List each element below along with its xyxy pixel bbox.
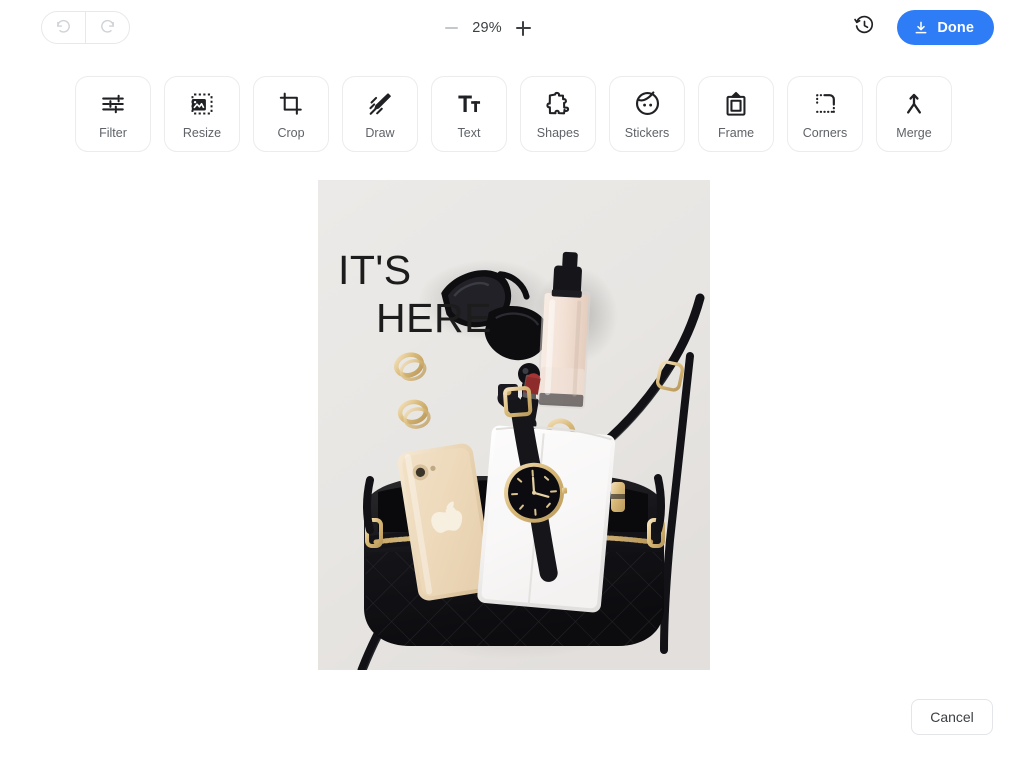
tool-label: Corners <box>802 125 848 140</box>
pencil-draw-icon <box>367 89 393 119</box>
merge-arrow-icon <box>901 89 927 119</box>
zoom-level-value: 29% <box>472 20 502 36</box>
tool-shapes[interactable]: Shapes <box>520 76 596 152</box>
top-toolbar: 29% Done <box>0 0 1024 56</box>
tool-corners[interactable]: Corners <box>787 76 863 152</box>
done-button-label: Done <box>937 19 974 36</box>
topbar-actions: Done <box>850 10 994 45</box>
text-tt-icon <box>456 89 482 119</box>
tool-label: Stickers <box>624 125 670 140</box>
tool-label: Draw <box>365 125 395 140</box>
undo-redo-group <box>41 11 130 44</box>
undo-arrow-icon <box>55 19 72 36</box>
tool-label: Filter <box>99 125 127 140</box>
download-icon <box>913 20 929 36</box>
tool-label: Frame <box>717 125 755 140</box>
zoom-in-button[interactable] <box>513 18 533 38</box>
tool-label: Text <box>457 125 481 140</box>
smiley-face-icon <box>634 89 661 119</box>
redo-button[interactable] <box>85 12 129 43</box>
tool-draw[interactable]: Draw <box>342 76 418 152</box>
undo-button[interactable] <box>42 12 85 43</box>
tool-crop[interactable]: Crop <box>253 76 329 152</box>
cancel-button[interactable]: Cancel <box>911 699 993 735</box>
tool-label: Shapes <box>536 125 580 140</box>
history-button[interactable] <box>850 14 878 42</box>
history-clock-icon <box>854 15 875 41</box>
tool-filter[interactable]: Filter <box>75 76 151 152</box>
rounded-corner-icon <box>813 89 838 119</box>
tool-label: Crop <box>277 125 305 140</box>
zoom-control: 29% <box>441 14 533 42</box>
tool-label: Resize <box>182 125 222 140</box>
done-button[interactable]: Done <box>897 10 994 45</box>
tool-resize[interactable]: Resize <box>164 76 240 152</box>
sliders-icon <box>100 89 126 119</box>
photo-artwork <box>318 180 710 670</box>
tool-frame[interactable]: Frame <box>698 76 774 152</box>
crop-icon <box>278 89 304 119</box>
tool-stickers[interactable]: Stickers <box>609 76 685 152</box>
footer-bar: Cancel <box>0 690 1024 761</box>
editing-tools-toolbar: Filter Resize Crop Draw Text Shapes Stic… <box>75 76 955 152</box>
tool-text[interactable]: Text <box>431 76 507 152</box>
zoom-out-button[interactable] <box>441 18 461 38</box>
redo-arrow-icon <box>99 19 116 36</box>
picture-frame-icon <box>723 89 749 119</box>
edited-image[interactable]: IT'S HERE <box>318 180 710 670</box>
tool-merge[interactable]: Merge <box>876 76 952 152</box>
canvas-area: IT'S HERE <box>0 160 1024 690</box>
puzzle-piece-icon <box>545 89 571 119</box>
tool-label: Merge <box>896 125 932 140</box>
resize-image-icon <box>189 89 215 119</box>
